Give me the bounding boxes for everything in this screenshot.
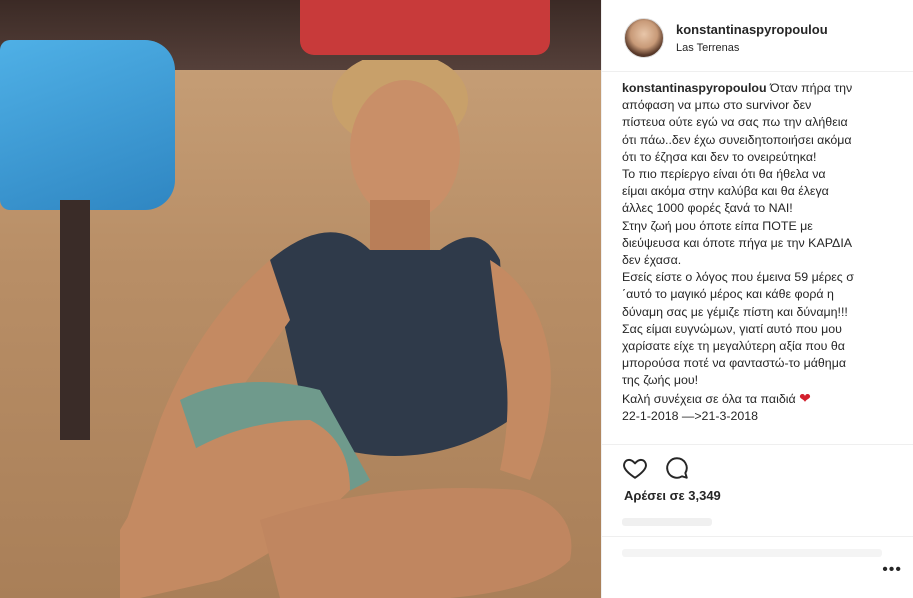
timestamp-placeholder: [622, 518, 712, 526]
caption-line: Σας είμαι ευγνώμων, γιατί αυτό που μου: [622, 321, 842, 336]
caption-line: διεύψευσα και όποτε πήγα με την ΚΑΡΔΙΑ: [622, 235, 853, 250]
caption-line: μπορούσα ποτέ να φανταστώ-το μάθημα: [622, 356, 847, 371]
caption-line: δεν έχασα.: [622, 253, 682, 268]
caption-line: 22-1-2018 —>21-3-2018: [622, 408, 759, 423]
caption-line: Στην ζωή μου όποτε είπα ΠΟΤΕ με: [622, 218, 813, 233]
caption-line: απόφαση να μπω στο survivor δεν: [622, 98, 812, 113]
caption-line: της ζωής μου!: [622, 373, 699, 388]
add-comment-area[interactable]: •••: [602, 536, 913, 598]
username-link[interactable]: konstantinaspyropoulou: [676, 22, 828, 37]
photo-wood-post: [60, 200, 90, 440]
post-caption: konstantinaspyropoulou Όταν πήρα την από…: [622, 80, 908, 425]
comment-input-placeholder: [622, 549, 882, 557]
caption-line: είμαι ακόμα στην καλύβα και θα έλεγα: [622, 184, 829, 199]
photo-athlete: [120, 60, 572, 598]
photo-red-object: [300, 0, 550, 55]
post-actions: Αρέσει σε 3,349: [602, 444, 913, 524]
post-photo: [0, 0, 601, 598]
caption-line: πίστευα ούτε εγώ να σας πω την αλήθεια: [622, 115, 848, 130]
more-options-button[interactable]: •••: [882, 561, 902, 579]
caption-line: χαρίσατε είχε τη μεγαλύτερη αξία που θα: [622, 339, 845, 354]
caption-line: Καλή συνέχεια σε όλα τα παιδιά: [622, 391, 796, 406]
caption-line: Εσείς είστε ο λόγος που έμεινα 59 μέρες …: [622, 270, 854, 285]
caption-username[interactable]: konstantinaspyropoulou: [622, 81, 767, 95]
caption-line: ΄αυτό το μαγικό μέρος και κάθε φορά η: [622, 287, 834, 302]
caption-line: δύναμη σας με γέμιζε πίστη και δύναμη!!!: [622, 304, 848, 319]
avatar[interactable]: [624, 18, 664, 58]
heart-outline-icon[interactable]: [622, 455, 648, 481]
speech-bubble-icon[interactable]: [664, 455, 690, 481]
caption-line: ότι το έζησα και δεν το ονειρεύτηκα!: [622, 149, 817, 164]
caption-line: ότι πάω..δεν έχω συνειδητοποιήσει ακόμα: [622, 132, 852, 147]
caption-line: Όταν πήρα την: [770, 81, 853, 95]
post-header: konstantinaspyropoulou Las Terrenas: [602, 0, 913, 72]
caption-line: άλλες 1000 φορές ξανά το ΝΑΙ!: [622, 201, 793, 216]
post-sidebar: konstantinaspyropoulou Las Terrenas kons…: [601, 0, 913, 598]
red-heart-emoji-icon: ❤: [799, 389, 811, 406]
location-link[interactable]: Las Terrenas: [676, 42, 739, 54]
caption-line: Το πιο περίεργο είναι ότι θα ήθελα να: [622, 167, 826, 182]
likes-count[interactable]: Αρέσει σε 3,349: [624, 488, 721, 503]
